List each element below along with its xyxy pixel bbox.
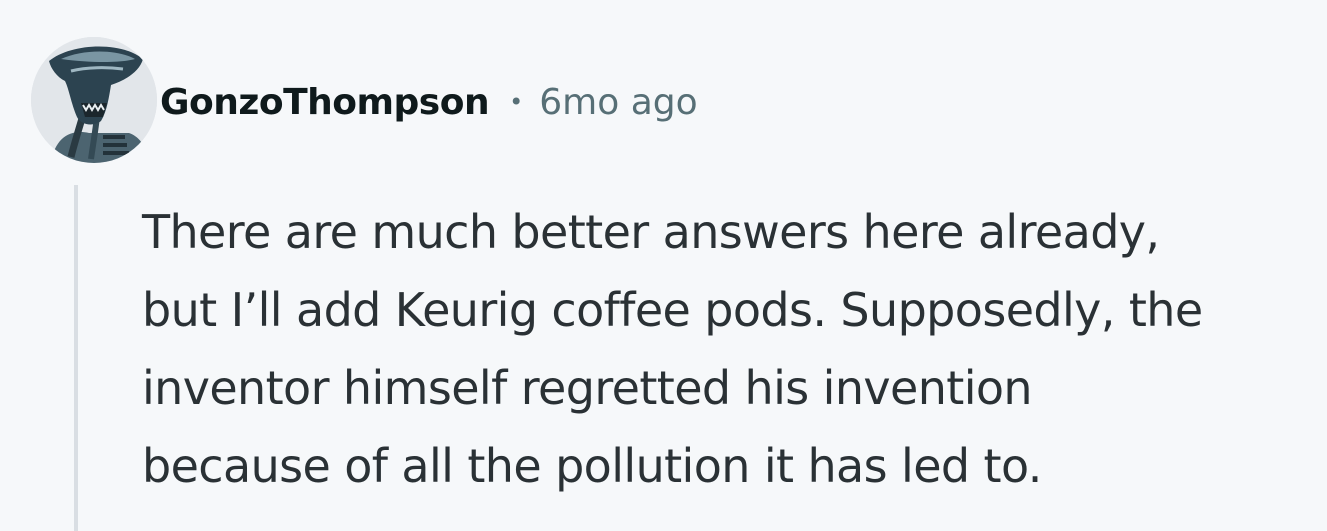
author-name[interactable]: GonzoThompson [160,82,490,123]
comment: GonzoThompson • 6mo ago There are much b… [0,0,1327,531]
alien-xenomorph-avatar-icon [31,37,157,163]
timestamp[interactable]: 6mo ago [539,82,697,123]
comment-body-line: There are much better answers here alrea… [142,205,1160,259]
comment-body-line: because of all the pollution it has led … [142,439,1042,493]
thread-line[interactable] [74,185,78,531]
avatar[interactable] [31,37,157,163]
comment-body-line: but I’ll add Keurig coffee pods. Suppose… [142,283,1203,337]
meta-separator: • [509,88,524,116]
comment-body-line: inventor himself regretted his invention [142,361,1033,415]
comment-body: There are much better answers here alrea… [142,193,1322,505]
comment-meta: GonzoThompson • 6mo ago [160,78,698,126]
